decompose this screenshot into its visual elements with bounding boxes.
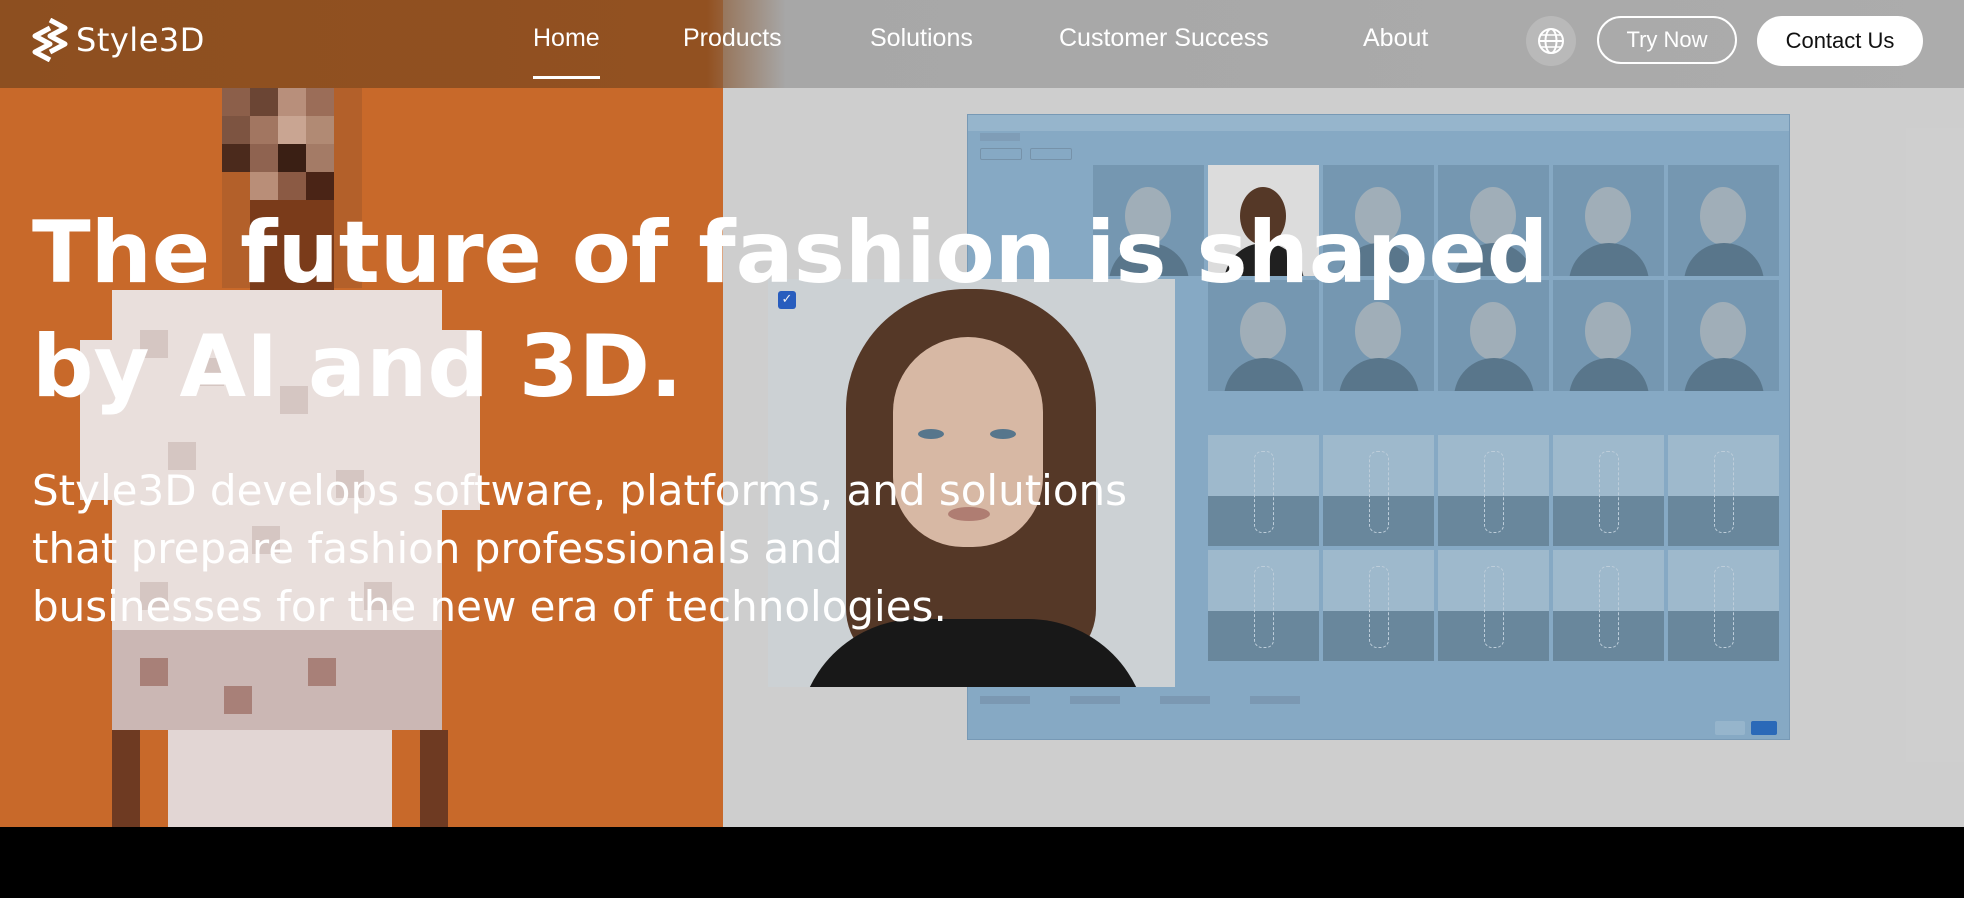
page: ✓ Style3D Home Products Solutions Custom… xyxy=(0,0,1964,898)
hero-subtext-line1: Style3D develops software, platforms, an… xyxy=(32,466,1128,515)
hero-headline-line2: by AI and 3D. xyxy=(32,317,683,417)
try-now-button[interactable]: Try Now xyxy=(1597,16,1737,64)
top-navbar: Style3D Home Products Solutions Customer… xyxy=(0,0,1964,88)
contact-us-button[interactable]: Contact Us xyxy=(1757,16,1923,66)
hero-headline: The future of fashion is shaped by AI an… xyxy=(32,196,1592,424)
nav-products[interactable]: Products xyxy=(683,24,782,53)
nav-about[interactable]: About xyxy=(1363,24,1428,53)
nav-customer-success[interactable]: Customer Success xyxy=(1059,24,1269,53)
globe-icon xyxy=(1538,28,1564,54)
nav-home[interactable]: Home xyxy=(533,24,600,79)
nav-solutions[interactable]: Solutions xyxy=(870,24,973,53)
hero-subtext: Style3D develops software, platforms, an… xyxy=(32,462,1232,636)
hero-subtext-line3: businesses for the new era of technologi… xyxy=(32,582,947,631)
hero-subtext-line2: that prepare fashion professionals and xyxy=(32,524,843,573)
hero-headline-line1: The future of fashion is shaped xyxy=(32,203,1549,303)
language-button[interactable] xyxy=(1526,16,1576,66)
